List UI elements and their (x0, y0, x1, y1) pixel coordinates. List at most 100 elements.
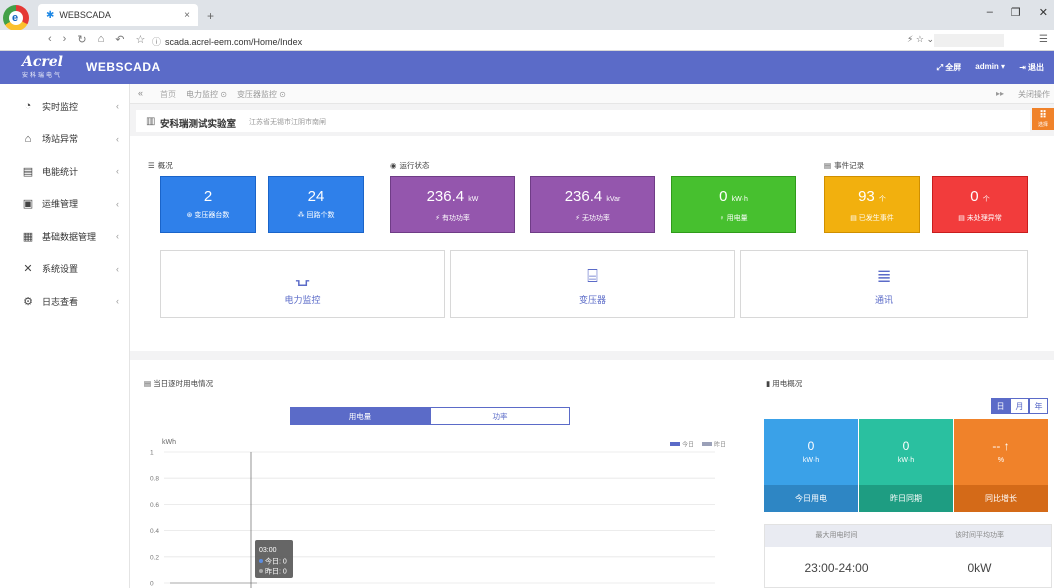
sidebar-item-realtime[interactable]: ◔ 实时监控 ‹ (0, 90, 129, 123)
url-field[interactable]: ⓘ scada.acrel-eem.com/Home/Index (152, 35, 302, 48)
tab-transformer-monitor[interactable]: 变压器监控 ⊙ (237, 89, 286, 100)
tab-home[interactable]: 首页 (160, 89, 176, 100)
close-window-icon[interactable]: ✕ (1039, 6, 1048, 19)
card-value: 2 (203, 188, 213, 205)
menu-icon[interactable]: ☰ (1039, 34, 1048, 45)
running-heading: ◉ 运行状态 (390, 161, 430, 170)
chevron-left-icon: ‹ (116, 296, 119, 307)
chart-icon: ▤ (22, 165, 34, 178)
toggle-energy[interactable]: 用电量 (290, 407, 430, 425)
chevron-left-icon: ‹ (116, 263, 119, 274)
overview-panel: ☰ 概况 ◉ 运行状态 ▤ 事件记录 2 ⊛ 变压器台数 24 ⁂ 回路个数 236.… (130, 136, 1054, 351)
calendar-icon: ▦ (22, 230, 34, 243)
tile-today-label: 今日用电 (764, 485, 858, 512)
sidebar-item-basedata[interactable]: ▦ 基础数据管理 ‹ (0, 220, 129, 253)
card-events[interactable]: 93 个 ▤ 已发生事件 (824, 176, 920, 233)
card-label: ▤ 未处理异常 (958, 215, 1002, 222)
logout-button[interactable]: ⇥ 退出 (1019, 62, 1044, 73)
user-menu[interactable]: admin ▾ (975, 62, 1005, 73)
content-tabs: 首页 电力监控 ⊙ 变压器监控 ⊙ (160, 89, 286, 100)
tab-strip-actions: ▸▸ 关闭操作 (996, 89, 1050, 100)
url-text: scada.acrel-eem.com/Home/Index (165, 37, 303, 47)
back-icon[interactable]: ‹ (48, 33, 52, 46)
chevron-down-icon[interactable]: ⌄ (926, 34, 934, 44)
close-operations-button[interactable]: 关闭操作 (1018, 89, 1050, 100)
sidebar-item-logs[interactable]: ⚙ 日志查看 ‹ (0, 285, 129, 318)
avg-power-value: 0kW (967, 561, 992, 575)
usage-line-chart: kWh 0 0.2 0.4 0.6 0.8 1 今日 昨日 03:00 今日: 0 昨日: … (150, 439, 726, 588)
avg-power-header: 该时间平均功率 (955, 532, 1004, 539)
card-unhandled[interactable]: 0 个 ▤ 未处理异常 (932, 176, 1028, 233)
search-box[interactable] (934, 34, 1004, 47)
sidebar-item-settings[interactable]: ✕ 系统设置 ‹ (0, 253, 129, 286)
tile-growth-label: 同比增长 (954, 485, 1048, 512)
bar-icon: ▮ (766, 379, 771, 388)
module-label: 通讯 (874, 295, 893, 305)
period-month[interactable]: 月 (1010, 398, 1029, 414)
sidebar-item-label: 运维管理 (42, 199, 79, 210)
sidebar-item-energy[interactable]: ▤ 电能统计 ‹ (0, 155, 129, 188)
y-tick-label: 0 (150, 581, 154, 588)
tile-unit: kW·h (802, 457, 820, 464)
grid-icon: ⠿ (1039, 110, 1047, 121)
reload-icon[interactable]: ↻ (77, 33, 86, 46)
scroll-left-icon[interactable]: « (138, 88, 143, 98)
tile-value: -- ↑ (992, 439, 1010, 453)
module-transformer[interactable]: ⌸ 变压器 (450, 250, 735, 318)
chart-panel-title: ▤ 当日逐时用电情况 (144, 379, 214, 388)
sidebar-item-maintenance[interactable]: ▣ 运维管理 ‹ (0, 188, 129, 221)
tile-value: 0 (902, 439, 910, 453)
module-power-monitor[interactable]: ⍽ 电力监控 (160, 250, 445, 318)
browser-tab-bar: e ✱ WEBSCADA × + – ❐ ✕ (0, 0, 1054, 31)
usage-overview-panel: ▮ 用电概况 日 月 年 0 kW·h 今日用电 0 kW·h 昨日同期 -- … (762, 360, 1054, 588)
sidebar-item-label: 电能统计 (42, 166, 79, 177)
star-outline-icon[interactable]: ☆ (916, 34, 924, 44)
star-icon[interactable]: ☆ (135, 33, 145, 46)
legend-swatch[interactable] (702, 442, 712, 446)
card-transformers[interactable]: 2 ⊛ 变压器台数 (160, 176, 256, 233)
undo-icon[interactable]: ↶ (115, 33, 124, 46)
card-label: ▤ 已发生事件 (850, 215, 894, 222)
minimize-icon[interactable]: – (987, 6, 993, 19)
legend-swatch[interactable] (670, 442, 680, 446)
tile-value: 0 (807, 439, 815, 453)
new-tab-icon[interactable]: + (207, 9, 214, 23)
app-header: Acrel 安科瑞电气 WEBSCADA ⤢ 全屏 admin ▾ ⇥ 退出 (0, 51, 1054, 84)
card-reactive-power[interactable]: 236.4 kVar ⚡ 无功功率 (530, 176, 655, 233)
sidebar-item-alarm[interactable]: ⌂ 场站异常 ‹ (0, 123, 129, 156)
select-site-button[interactable]: ⠿ 选择 (1032, 108, 1054, 130)
forward-icon[interactable]: › (63, 33, 67, 46)
toggle-power[interactable]: 功率 (430, 407, 570, 425)
chevron-left-icon: ‹ (116, 166, 119, 177)
close-tab-icon[interactable]: × (184, 10, 190, 21)
address-bar: ‹ › ↻ ⌂ ↶ ☆ ⓘ scada.acrel-eem.com/Home/In… (0, 30, 1054, 51)
fullscreen-button[interactable]: ⤢ 全屏 (937, 62, 962, 73)
tile-yesterday-label: 昨日同期 (859, 485, 953, 512)
y-axis-label: kWh (162, 439, 176, 446)
y-tick-label: 0.8 (150, 476, 159, 483)
brand-subtitle: 安科瑞电气 (22, 73, 63, 79)
card-energy[interactable]: 0 kW·h ♀ 用电量 (671, 176, 796, 233)
module-label: 电力监控 (284, 295, 321, 305)
period-day[interactable]: 日 (991, 398, 1010, 414)
browser-logo-icon: e (3, 5, 29, 31)
browser-tab[interactable]: ✱ WEBSCADA × (38, 4, 198, 26)
home-icon[interactable]: ⌂ (98, 33, 105, 46)
scroll-right-icon[interactable]: ▸▸ (996, 89, 1004, 100)
chevron-left-icon: ‹ (116, 101, 119, 112)
maximize-icon[interactable]: ❐ (1011, 6, 1021, 19)
tab-power-monitor[interactable]: 电力监控 ⊙ (186, 89, 227, 100)
card-label: ♀ 用电量 (719, 215, 748, 222)
y-tick-label: 1 (150, 450, 154, 457)
card-circuits[interactable]: 24 ⁂ 回路个数 (268, 176, 364, 233)
card-value: 93 个 (858, 188, 886, 205)
app-title: WEBSCADA (86, 60, 161, 74)
lightning-icon[interactable]: ⚡ (907, 34, 913, 44)
waveform-icon: ⍽ (295, 266, 310, 286)
max-time-value: 23:00-24:00 (804, 561, 869, 575)
module-communication[interactable]: ≣ 通讯 (740, 250, 1028, 318)
period-year[interactable]: 年 (1029, 398, 1048, 414)
chevron-left-icon: ‹ (116, 198, 119, 209)
nav-buttons: ‹ › ↻ ⌂ ↶ ☆ (48, 33, 145, 46)
card-active-power[interactable]: 236.4 kW ⚡ 有功功率 (390, 176, 515, 233)
